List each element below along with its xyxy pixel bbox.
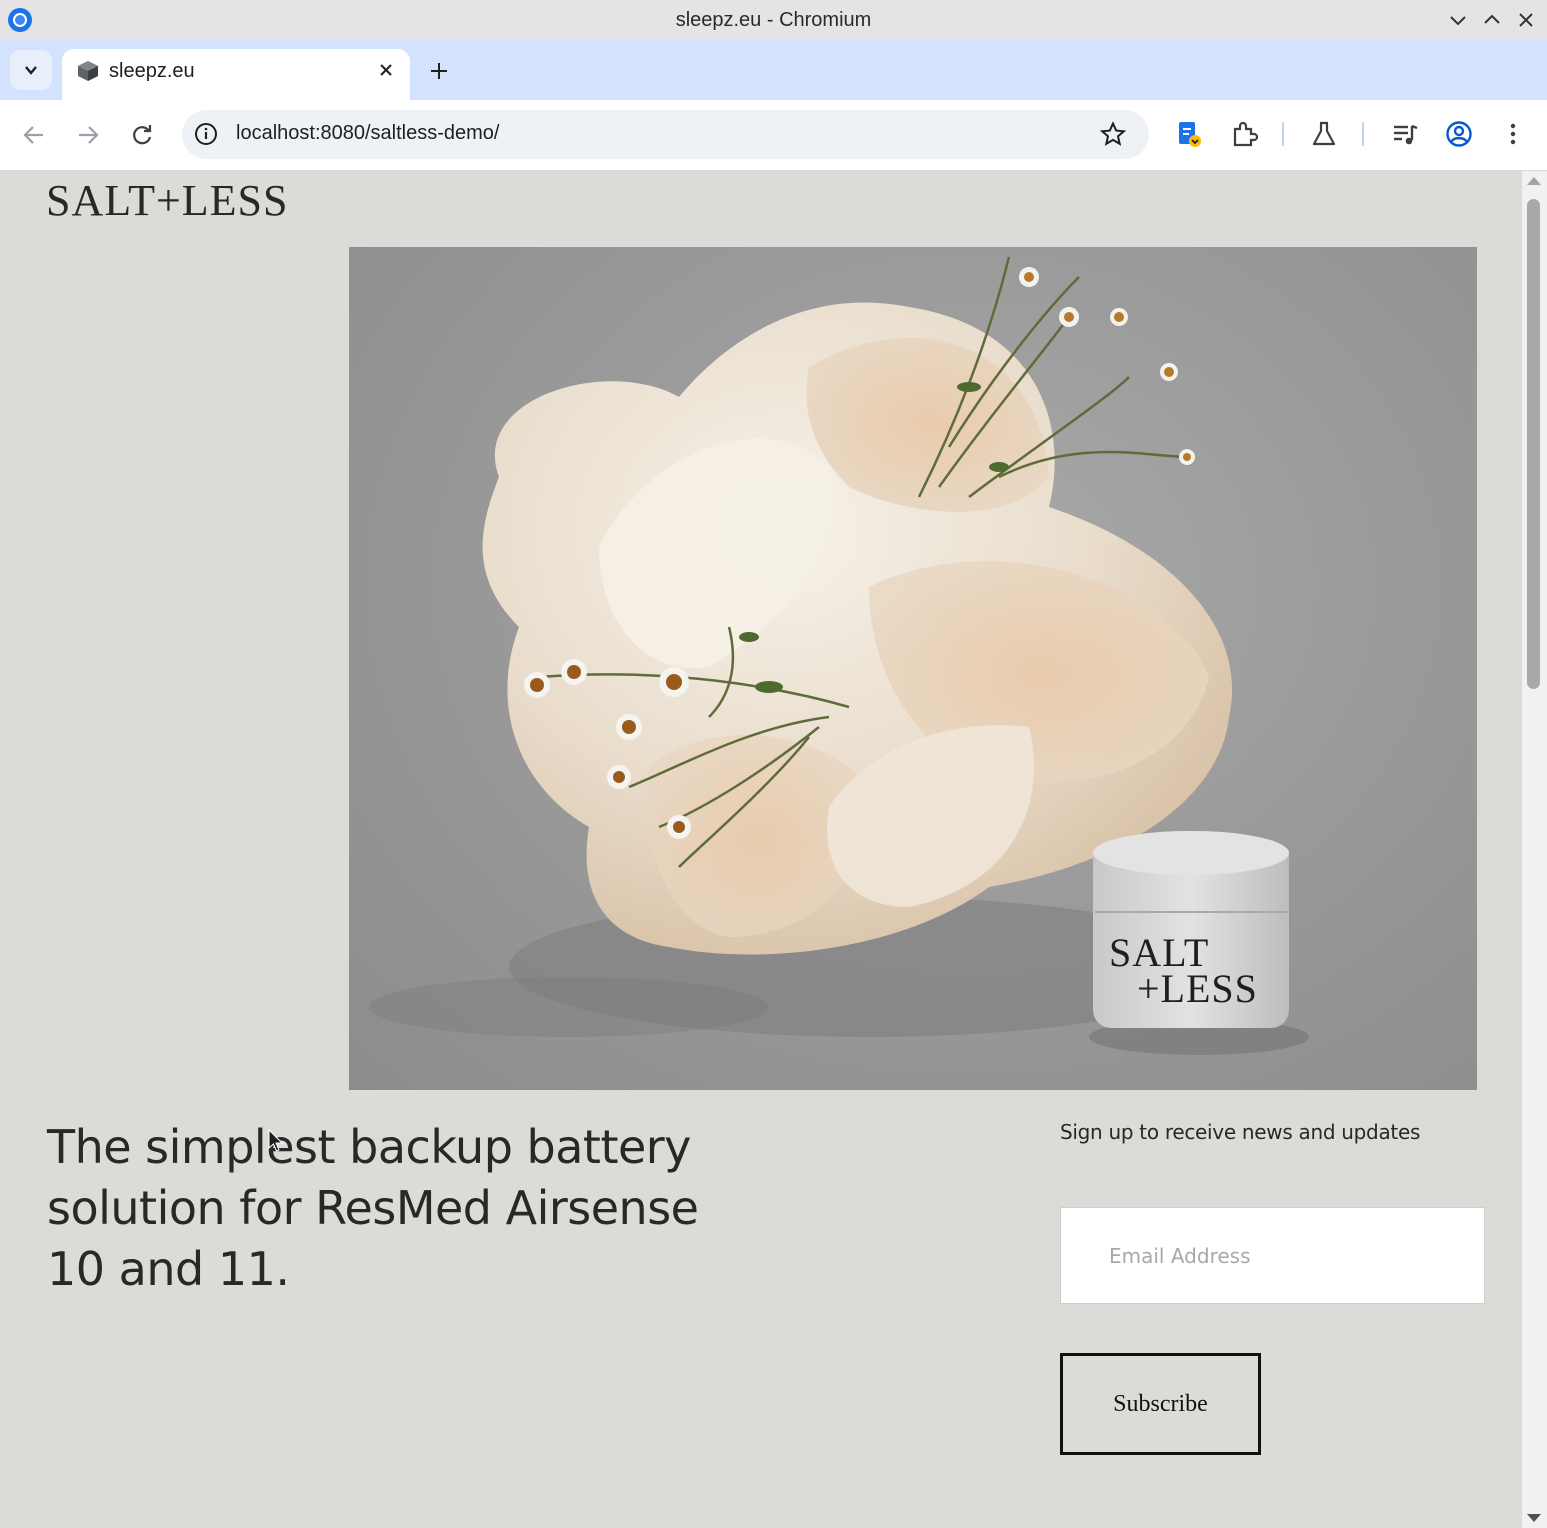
jar-label: SALT +LESS bbox=[1109, 933, 1289, 1011]
tab-title: sleepz.eu bbox=[109, 60, 195, 82]
foam-sculpture-illustration bbox=[369, 256, 1309, 1055]
hero-headline: The simplest backup battery solution for… bbox=[47, 1120, 699, 1296]
tab-search-button[interactable] bbox=[10, 50, 52, 90]
forward-icon[interactable] bbox=[75, 122, 101, 148]
url-host: localhost bbox=[236, 122, 315, 144]
scroll-thumb[interactable] bbox=[1527, 199, 1540, 689]
menu-dots-icon[interactable] bbox=[1499, 120, 1527, 148]
subscribe-button[interactable]: Subscribe bbox=[1060, 1353, 1261, 1455]
toolbar-separator bbox=[1362, 122, 1364, 146]
hero-image: SALT +LESS bbox=[349, 247, 1477, 1090]
reload-icon[interactable] bbox=[129, 122, 155, 148]
toolbar-separator bbox=[1282, 122, 1284, 146]
downloads-icon[interactable] bbox=[1175, 120, 1203, 148]
close-window-icon[interactable] bbox=[1515, 9, 1537, 31]
brand-logo[interactable]: SALT+LESS bbox=[46, 179, 288, 223]
bookmark-star-icon[interactable] bbox=[1100, 121, 1126, 147]
cube-favicon-icon bbox=[78, 61, 98, 81]
scroll-down-arrow-icon[interactable] bbox=[1527, 1514, 1541, 1522]
labs-flask-icon[interactable] bbox=[1310, 120, 1338, 148]
new-tab-icon[interactable] bbox=[427, 59, 451, 83]
address-bar[interactable]: localhost:8080/saltless-demo/ bbox=[182, 110, 1149, 159]
newsletter-label: Sign up to receive news and updates bbox=[1060, 1120, 1421, 1144]
profile-icon[interactable] bbox=[1445, 120, 1473, 148]
window-titlebar: sleepz.eu - Chromium bbox=[0, 0, 1547, 40]
site-info-icon[interactable] bbox=[194, 122, 218, 146]
extensions-puzzle-icon[interactable] bbox=[1230, 120, 1258, 148]
mouse-cursor-icon bbox=[268, 1129, 284, 1152]
url-path: :8080/saltless-demo/ bbox=[314, 122, 500, 144]
tab-sleepz[interactable]: sleepz.eu bbox=[62, 49, 410, 100]
maximize-window-icon[interactable] bbox=[1481, 9, 1503, 31]
page-scrollbar[interactable] bbox=[1522, 171, 1547, 1528]
scroll-up-arrow-icon[interactable] bbox=[1527, 177, 1541, 185]
url-text[interactable]: localhost:8080/saltless-demo/ bbox=[236, 122, 499, 145]
media-queue-icon[interactable] bbox=[1391, 120, 1419, 148]
jar-label-line2: +LESS bbox=[1137, 966, 1258, 1011]
window-title: sleepz.eu - Chromium bbox=[675, 9, 872, 31]
page-viewport: SALT+LESS SALT +LESS The simplest backup… bbox=[0, 171, 1522, 1528]
minimize-window-icon[interactable] bbox=[1447, 9, 1469, 31]
email-field[interactable] bbox=[1060, 1207, 1485, 1304]
back-icon[interactable] bbox=[21, 122, 47, 148]
chevron-down-icon bbox=[25, 66, 37, 75]
close-tab-icon[interactable] bbox=[376, 60, 396, 80]
